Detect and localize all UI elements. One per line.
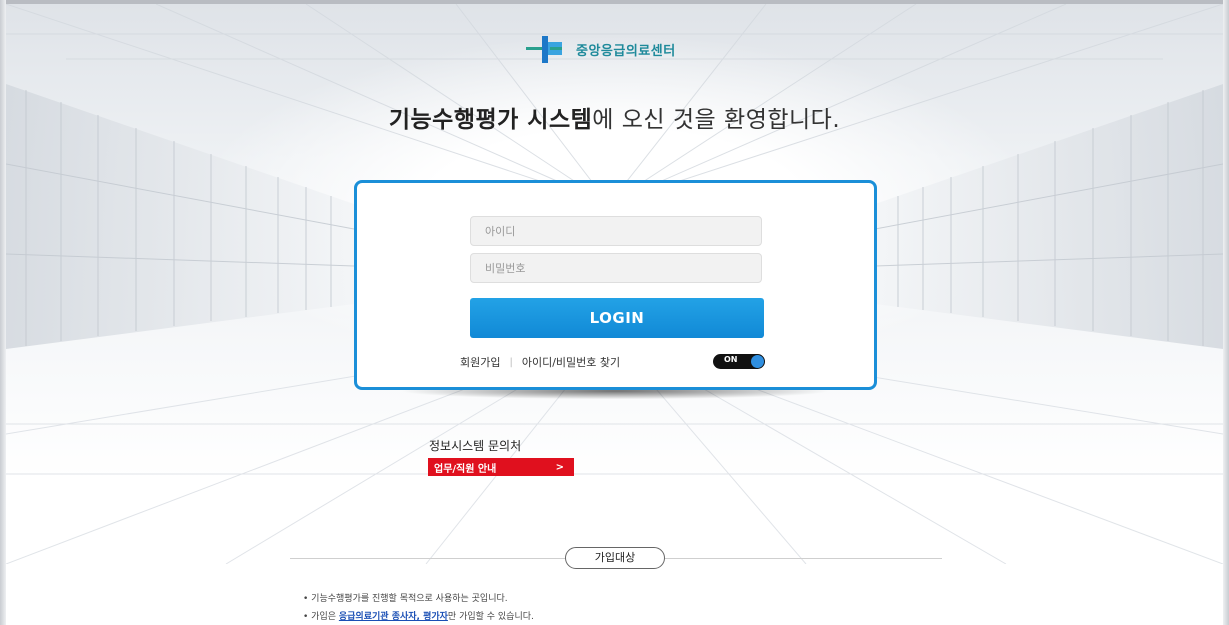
window-right-border — [1223, 0, 1229, 625]
login-button[interactable]: LOGIN — [470, 298, 764, 338]
emergency-center-logo-icon — [526, 34, 570, 64]
note-eligibility: • 가입은 응급의료기관 종사자, 평가자만 가입할 수 있습니다. — [303, 608, 534, 625]
target-notes: • 기능수행평가를 진행할 목적으로 사용하는 곳입니다. • 가입은 응급의료… — [303, 590, 534, 625]
eligible-members-link[interactable]: 응급의료기관 종사자, 평가자 — [339, 612, 448, 622]
staff-guide-label: 업무/직원 안내 — [434, 463, 497, 475]
target-audience-label: 가입대상 — [565, 547, 665, 569]
page-title-rest: 에 오신 것을 환영합니다. — [592, 107, 841, 133]
toggle-label: ON — [724, 355, 738, 364]
password-input[interactable] — [470, 253, 762, 283]
link-separator: | — [509, 356, 513, 368]
window-left-border — [0, 0, 6, 625]
chevron-right-icon: > — [555, 461, 564, 473]
staff-guide-button[interactable]: 업무/직원 안내 > — [428, 458, 574, 476]
page-title: 기능수행평가 시스템에 오신 것을 환영합니다. — [0, 100, 1229, 134]
note-purpose: • 기능수행평가를 진행할 목적으로 사용하는 곳입니다. — [303, 594, 508, 604]
note-eligibility-suffix: 만 가입할 수 있습니다. — [447, 612, 534, 622]
signup-link[interactable]: 회원가입 — [460, 354, 500, 370]
account-links: 회원가입 | 아이디/비밀번호 찾기 — [460, 354, 620, 370]
brand-name: 중앙응급의료센터 — [576, 43, 676, 59]
login-panel: LOGIN 회원가입 | 아이디/비밀번호 찾기 ON — [354, 180, 877, 390]
brand-logo[interactable]: 중앙응급의료센터 — [526, 34, 676, 64]
toggle-knob — [751, 355, 764, 368]
inquiry-title: 정보시스템 문의처 — [429, 439, 522, 453]
note-eligibility-prefix: • 가입은 — [303, 612, 339, 622]
username-input[interactable] — [470, 216, 762, 246]
page-title-bold: 기능수행평가 시스템 — [388, 107, 593, 133]
find-account-link[interactable]: 아이디/비밀번호 찾기 — [522, 354, 620, 370]
save-login-toggle[interactable]: ON — [713, 354, 765, 369]
